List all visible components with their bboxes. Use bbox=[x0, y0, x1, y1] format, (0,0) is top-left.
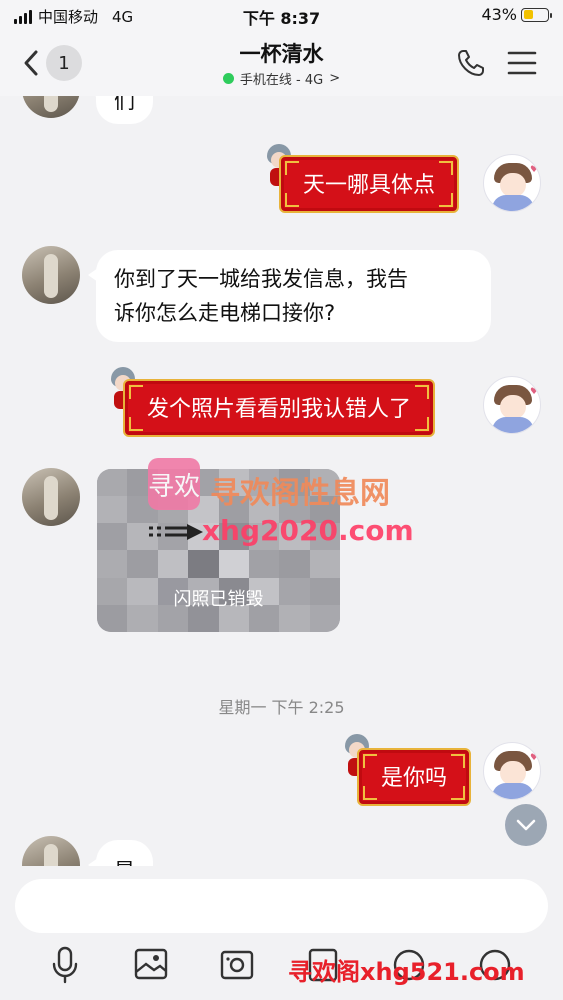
message-bubble[interactable]: 天一哪具体点 bbox=[279, 155, 460, 213]
message-input[interactable] bbox=[15, 879, 548, 933]
chevron-right-icon: > bbox=[329, 71, 341, 86]
phone-icon[interactable] bbox=[456, 48, 486, 78]
message-bubble[interactable]: 你到了天一城给我发信息，我告 诉你怎么走电梯口接你? bbox=[88, 250, 491, 342]
image-icon[interactable] bbox=[134, 946, 168, 984]
watermark-logo: 寻欢 bbox=[148, 458, 200, 510]
arrow-right-icon bbox=[149, 524, 203, 540]
message-bubble[interactable]: 是你吗 bbox=[357, 748, 472, 806]
contact-avatar[interactable] bbox=[22, 468, 80, 526]
camera-icon[interactable] bbox=[220, 946, 254, 984]
contact-avatar[interactable] bbox=[22, 96, 80, 118]
battery-percent: 43% bbox=[481, 5, 517, 24]
message-text: 发个照片看看别我认错人了 bbox=[147, 397, 412, 422]
message-text: 们 bbox=[114, 96, 135, 113]
flash-photo-label: 闪照已销毁 bbox=[173, 589, 264, 610]
status-bar: 中国移动 4G 下午 8:37 43% bbox=[0, 0, 563, 32]
message-text-line: 诉你怎么走电梯口接你? bbox=[114, 301, 336, 325]
chat-area[interactable]: 们 ♥ 天一哪具体点 你到了天一城给我发信息，我告 诉你怎么走电梯口接你? ♥ … bbox=[0, 96, 563, 866]
watermark-url: xhg2020.com bbox=[202, 514, 414, 547]
online-dot-icon bbox=[222, 73, 234, 84]
battery-icon bbox=[521, 7, 552, 22]
battery: 43% bbox=[481, 5, 552, 24]
scroll-down-button[interactable] bbox=[505, 804, 547, 846]
my-avatar[interactable]: ♥ bbox=[483, 376, 541, 434]
mic-icon[interactable] bbox=[48, 946, 82, 984]
message-bubble[interactable]: 是 bbox=[88, 840, 153, 866]
message-text: 是 bbox=[114, 859, 135, 866]
contact-avatar[interactable] bbox=[22, 246, 80, 304]
my-avatar[interactable]: ♥ bbox=[483, 154, 541, 212]
clock: 下午 8:37 bbox=[242, 9, 321, 28]
message-text-line: 你到了天一城给我发信息，我告 bbox=[114, 267, 408, 291]
my-avatar[interactable]: ♥ bbox=[483, 742, 541, 800]
message-text: 天一哪具体点 bbox=[303, 173, 436, 198]
chevron-down-icon bbox=[516, 819, 536, 831]
watermark-bottom: 寻欢阁xhg521.com bbox=[288, 958, 525, 986]
message-text: 是你吗 bbox=[381, 766, 448, 791]
chat-header: 1 一杯清水 手机在线 - 4G > bbox=[0, 32, 563, 96]
menu-icon[interactable] bbox=[507, 50, 537, 76]
contact-avatar[interactable] bbox=[22, 836, 80, 866]
watermark-title: 寻欢阁性息网 bbox=[210, 476, 390, 511]
message-bubble[interactable]: 们 bbox=[88, 96, 153, 124]
message-bubble[interactable]: 发个照片看看别我认错人了 bbox=[123, 379, 436, 437]
timestamp: 星期一 下午 2:25 bbox=[218, 698, 345, 717]
online-status-text: 手机在线 - 4G bbox=[239, 73, 324, 88]
